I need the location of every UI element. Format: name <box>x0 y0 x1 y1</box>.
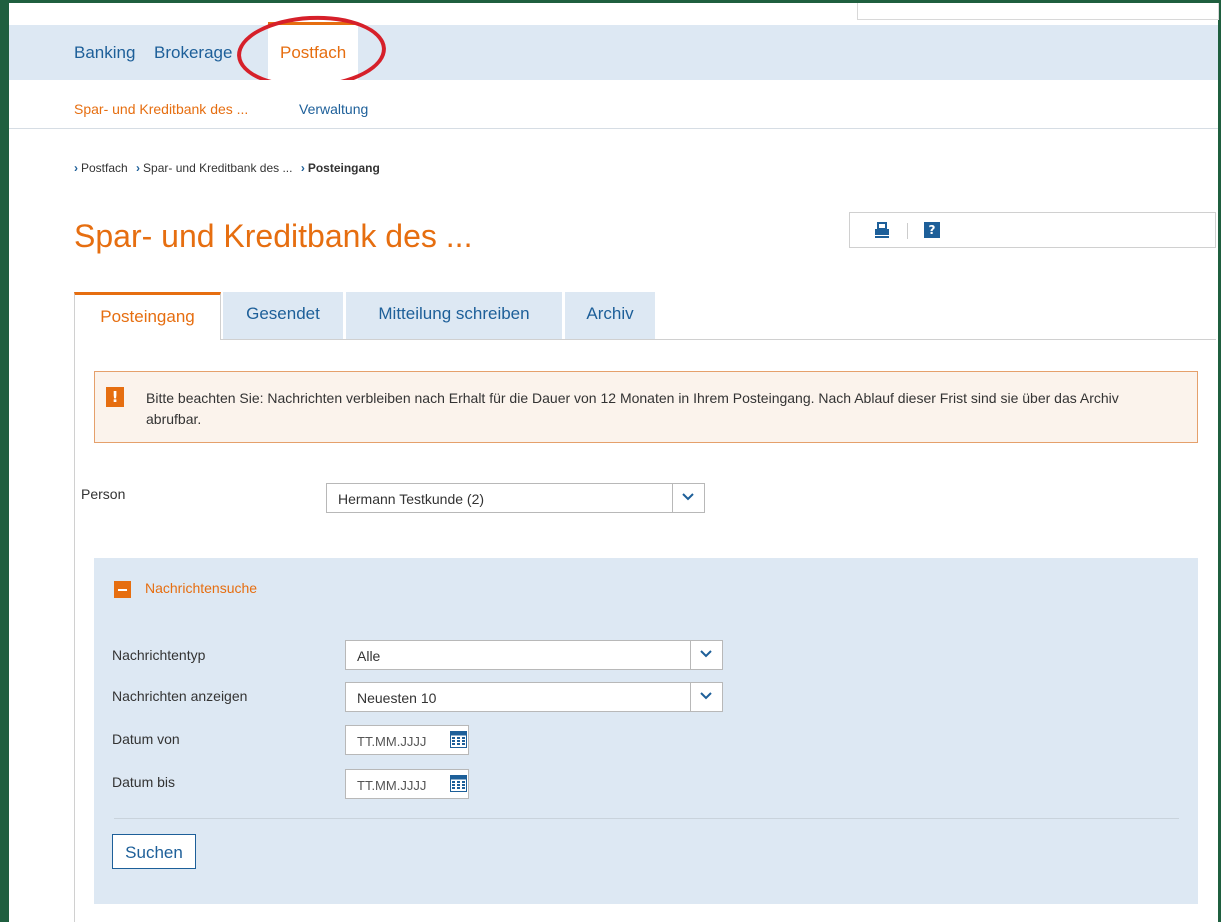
message-type-value: Alle <box>357 648 381 664</box>
person-select-toggle[interactable] <box>672 484 704 512</box>
person-select[interactable]: Hermann Testkunde (2) <box>326 483 705 513</box>
person-label: Person <box>81 486 126 502</box>
person-select-value: Hermann Testkunde (2) <box>338 491 485 507</box>
nav-item-brokerage[interactable]: Brokerage <box>154 25 232 80</box>
search-divider <box>114 818 1179 819</box>
chevron-right-icon: › <box>300 161 305 175</box>
calendar-icon[interactable] <box>450 775 467 792</box>
help-icon[interactable]: ? <box>924 222 940 238</box>
date-to-input[interactable]: TT.MM.JJJJ <box>345 769 469 799</box>
subnav-item-bank[interactable]: Spar- und Kreditbank des ... <box>74 101 248 117</box>
chevron-down-icon <box>700 692 712 700</box>
search-button[interactable]: Suchen <box>112 834 196 869</box>
chevron-right-icon: › <box>136 161 141 175</box>
date-to-placeholder: TT.MM.JJJJ <box>357 778 427 793</box>
show-messages-toggle[interactable] <box>690 683 722 711</box>
breadcrumb-item-bank[interactable]: › Spar- und Kreditbank des ... <box>136 161 292 175</box>
sub-navigation: Spar- und Kreditbank des ... Verwaltung <box>9 80 1218 129</box>
message-type-toggle[interactable] <box>690 641 722 669</box>
notice-text: Bitte beachten Sie: Nachrichten verbleib… <box>146 390 1119 427</box>
collapse-minus-icon[interactable] <box>114 581 131 598</box>
tab-posteingang[interactable]: Posteingang <box>74 292 221 340</box>
breadcrumb-item-postfach[interactable]: › Postfach <box>74 161 128 175</box>
info-notice: ! Bitte beachten Sie: Nachrichten verble… <box>94 371 1198 443</box>
page-title: Spar- und Kreditbank des ... <box>74 218 473 254</box>
main-navigation: Banking Brokerage Postfach <box>9 22 1218 80</box>
show-messages-label: Nachrichten anzeigen <box>112 688 248 704</box>
chevron-down-icon <box>700 650 712 658</box>
date-from-placeholder: TT.MM.JJJJ <box>357 734 427 749</box>
calendar-icon[interactable] <box>450 731 467 748</box>
print-icon[interactable] <box>874 222 890 238</box>
nav-item-banking[interactable]: Banking <box>74 25 135 80</box>
message-type-label: Nachrichtentyp <box>112 647 206 663</box>
message-type-select[interactable]: Alle <box>345 640 723 670</box>
breadcrumb: › Postfach › Spar- und Kreditbank des ... … <box>74 161 385 175</box>
toolbox-divider <box>907 223 908 239</box>
show-messages-value: Neuesten 10 <box>357 690 437 706</box>
chevron-right-icon: › <box>74 161 78 175</box>
top-strip <box>9 3 1219 25</box>
window-frame-left <box>0 0 9 922</box>
tab-mitteilung-schreiben[interactable]: Mitteilung schreiben <box>346 292 562 339</box>
chevron-down-icon <box>682 493 694 501</box>
date-from-input[interactable]: TT.MM.JJJJ <box>345 725 469 755</box>
page-toolbox: ? <box>849 212 1216 248</box>
breadcrumb-item-current: › Posteingang <box>300 161 380 175</box>
warning-icon: ! <box>106 387 124 407</box>
tab-gesendet[interactable]: Gesendet <box>223 292 343 339</box>
subnav-item-verwaltung[interactable]: Verwaltung <box>299 101 368 117</box>
date-from-label: Datum von <box>112 731 180 747</box>
message-search-panel: Nachrichtensuche Nachrichtentyp Alle Nac… <box>94 558 1198 904</box>
show-messages-select[interactable]: Neuesten 10 <box>345 682 723 712</box>
top-search-box[interactable] <box>857 3 1219 20</box>
date-to-label: Datum bis <box>112 774 176 790</box>
message-search-toggle[interactable]: Nachrichtensuche <box>145 580 257 596</box>
tab-archiv[interactable]: Archiv <box>565 292 655 339</box>
